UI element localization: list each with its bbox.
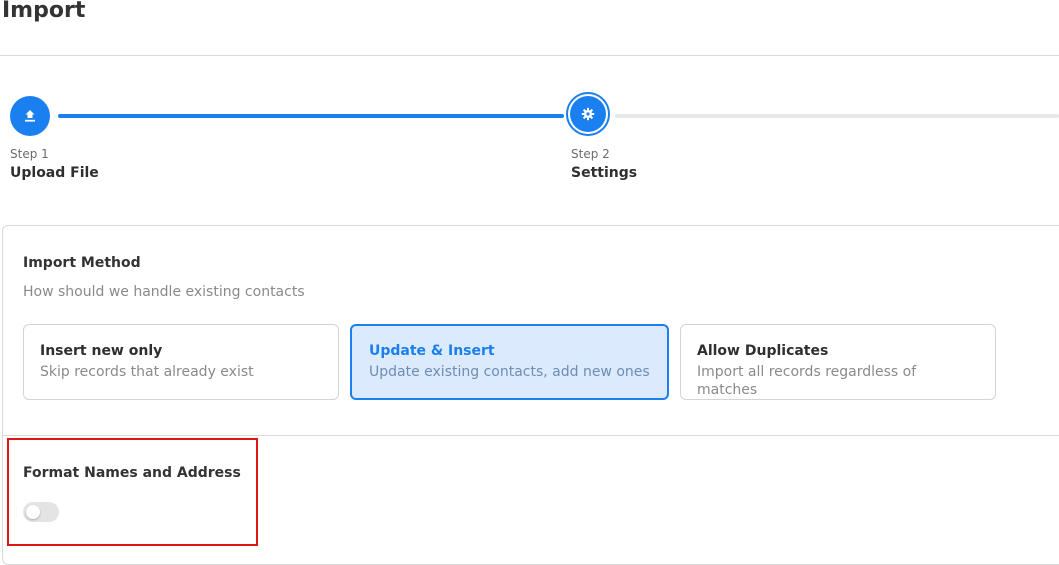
option-description: Skip records that already exist — [40, 364, 254, 380]
stepper-remaining-line — [615, 114, 1059, 118]
step-1-caption: Step 1 — [10, 147, 49, 161]
import-method-subtitle: How should we handle existing contacts — [23, 284, 305, 300]
step-1-indicator[interactable] — [10, 96, 50, 136]
toggle-knob — [26, 505, 40, 519]
option-description: Update existing contacts, add new ones — [369, 364, 650, 380]
option-allow-duplicates[interactable]: Allow Duplicates Import all records rega… — [680, 324, 996, 400]
gear-icon — [581, 107, 595, 121]
option-title: Allow Duplicates — [697, 343, 829, 359]
option-update-and-insert[interactable]: Update & Insert Update existing contacts… — [350, 324, 669, 400]
option-description: Import all records regardless of matches — [697, 364, 917, 398]
step-2-caption: Step 2 — [571, 147, 610, 161]
stepper-progress-line — [58, 114, 564, 118]
import-method-title: Import Method — [23, 255, 141, 271]
page-title: Import — [2, 0, 86, 23]
upload-icon — [23, 109, 37, 123]
header-divider — [0, 55, 1059, 56]
option-insert-new-only[interactable]: Insert new only Skip records that alread… — [23, 324, 339, 400]
option-title: Insert new only — [40, 343, 163, 359]
section-divider — [3, 435, 1059, 436]
step-2-indicator[interactable] — [570, 96, 606, 132]
format-names-title: Format Names and Address — [23, 465, 241, 481]
highlight-annotation — [7, 438, 258, 546]
format-names-toggle[interactable] — [23, 502, 59, 522]
step-2-name: Settings — [571, 165, 638, 181]
option-title: Update & Insert — [369, 343, 495, 359]
step-1-name: Upload File — [10, 165, 99, 181]
